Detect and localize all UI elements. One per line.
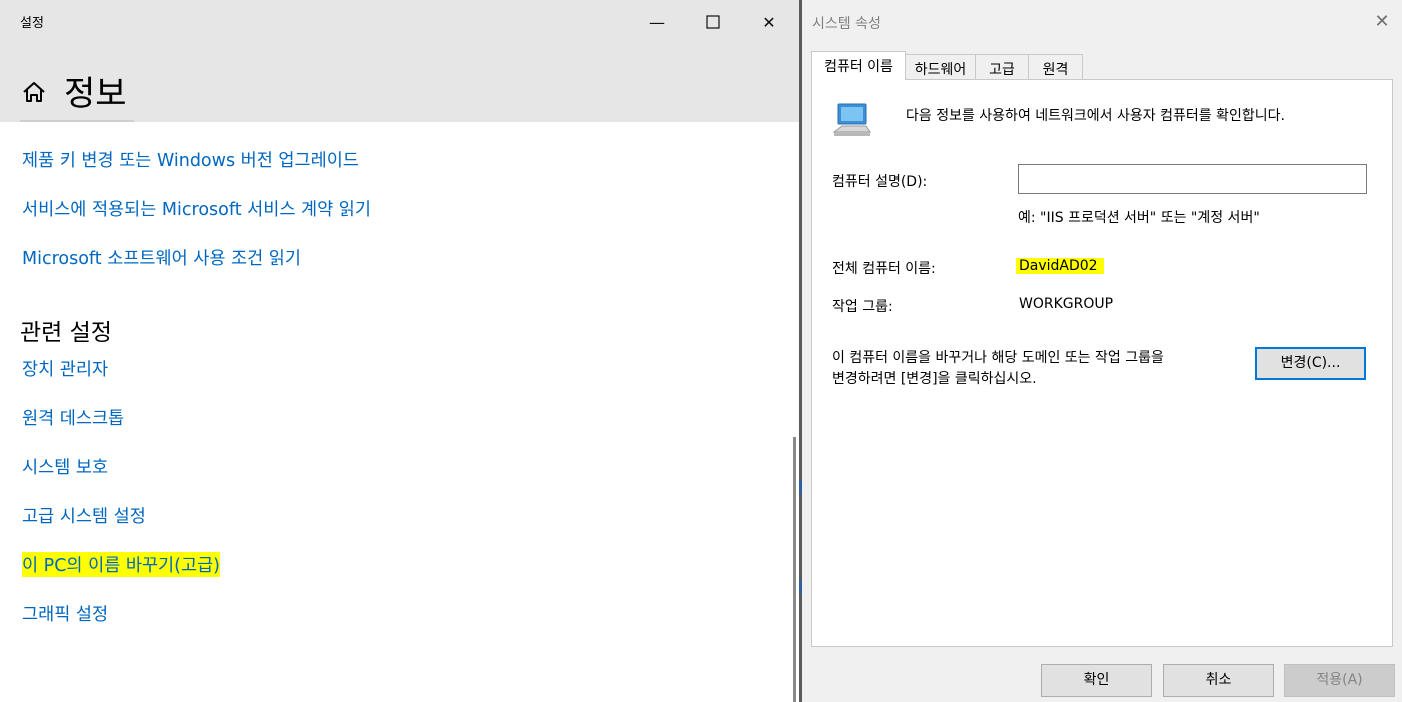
tab-advanced[interactable]: 고급 [975, 54, 1029, 79]
rename-instruction-line1: 이 컴퓨터 이름을 바꾸거나 해당 도메인 또는 작업 그룹을 [832, 350, 1164, 366]
description-label: 컴퓨터 설명(D): [832, 174, 928, 190]
maximize-button[interactable] [690, 6, 736, 38]
page-title: 정보 [64, 74, 127, 114]
link-product-key[interactable]: 제품 키 변경 또는 Windows 버전 업그레이드 [22, 147, 359, 172]
settings-header: 설정 — ✕ 정보 [0, 0, 800, 122]
link-remote-desktop[interactable]: 원격 데스크톱 [22, 405, 124, 430]
description-input[interactable] [1018, 164, 1367, 194]
minimize-button[interactable]: — [634, 6, 680, 38]
description-example: 예: "IIS 프로덕션 서버" 또는 "계정 서버" [1018, 210, 1260, 226]
header-underline [20, 120, 134, 122]
link-advanced-system-settings[interactable]: 고급 시스템 설정 [22, 503, 146, 528]
link-device-manager[interactable]: 장치 관리자 [22, 356, 108, 381]
related-settings-heading: 관련 설정 [20, 320, 112, 346]
intro-text: 다음 정보를 사용하여 네트워크에서 사용자 컴퓨터를 확인합니다. [906, 108, 1285, 124]
tab-computer-name[interactable]: 컴퓨터 이름 [811, 51, 906, 80]
link-graphics-settings[interactable]: 그래픽 설정 [22, 601, 108, 626]
link-system-protection[interactable]: 시스템 보호 [22, 454, 108, 479]
change-button[interactable]: 변경(C)... [1255, 347, 1366, 380]
tab-remote[interactable]: 원격 [1028, 54, 1083, 79]
workgroup-value: WORKGROUP [1019, 296, 1114, 312]
cancel-button[interactable]: 취소 [1163, 664, 1274, 697]
home-icon[interactable] [20, 78, 48, 106]
full-name-label: 전체 컴퓨터 이름: [832, 261, 936, 277]
link-rename-pc[interactable]: 이 PC의 이름 바꾸기(고급) [22, 552, 221, 577]
apply-button[interactable]: 적용(A) [1284, 664, 1395, 697]
system-properties-dialog: 시스템 속성 ✕ 컴퓨터 이름 하드웨어 고급 원격 다음 정보를 사용하여 네… [802, 0, 1402, 702]
dialog-close-button[interactable]: ✕ [1370, 10, 1394, 34]
computer-name-panel: 다음 정보를 사용하여 네트워크에서 사용자 컴퓨터를 확인합니다. 컴퓨터 설… [811, 79, 1393, 647]
workgroup-label: 작업 그룹: [832, 299, 893, 315]
settings-window: 설정 — ✕ 정보 제품 키 변경 또는 Windows 버전 업그레이드 서비… [0, 0, 800, 702]
close-button[interactable]: ✕ [746, 6, 792, 38]
maximize-icon [706, 15, 720, 29]
ok-button[interactable]: 확인 [1041, 664, 1152, 697]
rename-instruction-line2: 변경하려면 [변경]을 클릭하십시오. [832, 371, 1037, 387]
app-title: 설정 [20, 16, 44, 31]
full-name-value: DavidAD02 [1016, 258, 1104, 274]
computer-icon [832, 103, 871, 136]
link-service-agreement[interactable]: 서비스에 적용되는 Microsoft 서비스 계약 읽기 [22, 196, 371, 221]
settings-scrollbar[interactable] [793, 437, 796, 702]
link-license-terms[interactable]: Microsoft 소프트웨어 사용 조건 읽기 [22, 245, 301, 270]
tab-hardware[interactable]: 하드웨어 [905, 54, 976, 79]
dialog-title: 시스템 속성 [812, 16, 881, 32]
